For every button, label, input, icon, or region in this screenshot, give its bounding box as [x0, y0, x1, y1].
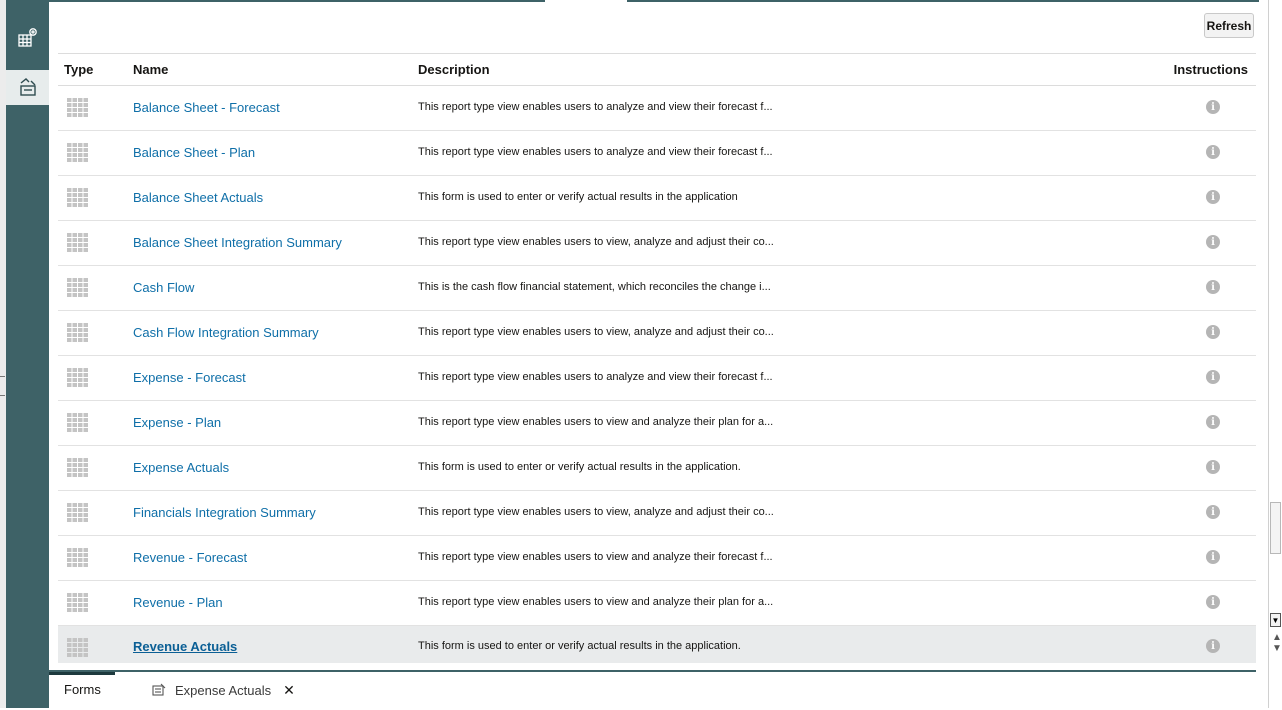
- grid-form-icon: [67, 458, 89, 483]
- table-row[interactable]: Cash Flow Integration Summary This report…: [58, 311, 1256, 356]
- info-icon[interactable]: i: [1206, 235, 1220, 249]
- table-row[interactable]: Financials Integration Summary This repor…: [58, 491, 1256, 536]
- form-description: This report type view enables users to a…: [418, 371, 773, 383]
- grid-gear-icon: [17, 27, 37, 47]
- table-row[interactable]: Balance Sheet - Forecast This report type…: [58, 86, 1256, 131]
- grid-form-icon: [67, 638, 89, 663]
- info-icon[interactable]: i: [1206, 325, 1220, 339]
- info-icon[interactable]: i: [1206, 280, 1220, 294]
- form-edit-icon: [19, 77, 36, 96]
- table-row[interactable]: Expense - Forecast This report type view …: [58, 356, 1256, 401]
- table-row[interactable]: Revenue Actuals This form is used to ente…: [58, 626, 1256, 663]
- right-scrollbar-track[interactable]: [1268, 0, 1282, 708]
- active-tab-indicator: [49, 672, 115, 675]
- column-header-type[interactable]: Type: [64, 62, 93, 77]
- form-name-link[interactable]: Expense - Forecast: [133, 370, 246, 385]
- form-description: This report type view enables users to a…: [418, 101, 773, 113]
- scroll-down-button[interactable]: ▼: [1270, 613, 1281, 627]
- top-border-gap: [545, 0, 627, 2]
- info-icon[interactable]: i: [1206, 550, 1220, 564]
- grid-form-icon: [67, 413, 89, 438]
- tab-forms-label: Forms: [64, 681, 101, 697]
- form-description: This report type view enables users to v…: [418, 416, 774, 428]
- grid-form-icon: [67, 548, 89, 573]
- top-border: [49, 0, 1259, 2]
- table-row[interactable]: Revenue - Forecast This report type view …: [58, 536, 1256, 581]
- form-description: This report type view enables users to v…: [418, 596, 774, 608]
- table-body: Balance Sheet - Forecast This report type…: [58, 86, 1256, 663]
- column-header-instructions[interactable]: Instructions: [1174, 62, 1248, 77]
- grid-form-icon: [67, 98, 89, 123]
- bottom-tab-bar: Forms Expense Actuals ✕: [49, 670, 1256, 710]
- info-icon[interactable]: i: [1206, 145, 1220, 159]
- form-name-link[interactable]: Balance Sheet - Forecast: [133, 100, 280, 115]
- form-name-link[interactable]: Balance Sheet Integration Summary: [133, 235, 342, 250]
- form-name-link[interactable]: Financials Integration Summary: [133, 505, 316, 520]
- grid-form-icon: [67, 278, 89, 303]
- tab-forms[interactable]: Forms: [49, 670, 115, 706]
- table-row[interactable]: Balance Sheet Integration Summary This re…: [58, 221, 1256, 266]
- form-name-link[interactable]: Cash Flow Integration Summary: [133, 325, 319, 340]
- table-row[interactable]: Balance Sheet - Plan This report type vie…: [58, 131, 1256, 176]
- column-header-description[interactable]: Description: [418, 62, 490, 77]
- grid-form-icon: [67, 368, 89, 393]
- table-row[interactable]: Balance Sheet Actuals This form is used t…: [58, 176, 1256, 221]
- info-icon[interactable]: i: [1206, 505, 1220, 519]
- app-window: Refresh Type Name Description Instructio…: [0, 0, 1282, 710]
- form-description: This form is used to enter or verify act…: [418, 640, 741, 652]
- grid-form-icon: [67, 233, 89, 258]
- outer-tick: [0, 395, 5, 396]
- info-icon[interactable]: i: [1206, 190, 1220, 204]
- scrollbar-thumb[interactable]: [1270, 502, 1281, 554]
- form-name-link[interactable]: Balance Sheet - Plan: [133, 145, 255, 160]
- form-description: This report type view enables users to a…: [418, 146, 773, 158]
- nav-rail: [6, 0, 49, 708]
- dashboard-nav-button[interactable]: [6, 20, 49, 55]
- table-row[interactable]: Cash Flow This is the cash flow financial…: [58, 266, 1256, 311]
- table-row[interactable]: Expense Actuals This form is used to ente…: [58, 446, 1256, 491]
- form-description: This is the cash flow financial statemen…: [418, 281, 771, 293]
- outer-tick: [0, 376, 5, 377]
- info-icon[interactable]: i: [1206, 595, 1220, 609]
- close-icon[interactable]: ✕: [283, 682, 295, 699]
- table-row[interactable]: Expense - Plan This report type view enab…: [58, 401, 1256, 446]
- grid-form-icon: [67, 593, 89, 618]
- column-header-name[interactable]: Name: [133, 62, 168, 77]
- form-name-link[interactable]: Expense Actuals: [133, 460, 229, 475]
- refresh-button[interactable]: Refresh: [1204, 13, 1254, 38]
- info-icon[interactable]: i: [1206, 639, 1220, 653]
- collapse-arrows-icon[interactable]: ▲ ▼: [1272, 632, 1282, 666]
- form-name-link[interactable]: Revenue Actuals: [133, 639, 237, 654]
- form-edit-icon: [152, 683, 166, 696]
- table-row[interactable]: Revenue - Plan This report type view enab…: [58, 581, 1256, 626]
- form-name-link[interactable]: Revenue - Plan: [133, 595, 223, 610]
- form-description: This form is used to enter or verify act…: [418, 461, 741, 473]
- forms-table: Type Name Description Instructions Balan…: [58, 53, 1256, 663]
- grid-form-icon: [67, 188, 89, 213]
- grid-form-icon: [67, 323, 89, 348]
- info-icon[interactable]: i: [1206, 460, 1220, 474]
- form-name-link[interactable]: Cash Flow: [133, 280, 194, 295]
- form-description: This form is used to enter or verify act…: [418, 191, 738, 203]
- form-description: This report type view enables users to v…: [418, 551, 773, 563]
- grid-form-icon: [67, 143, 89, 168]
- form-name-link[interactable]: Revenue - Forecast: [133, 550, 247, 565]
- info-icon[interactable]: i: [1206, 100, 1220, 114]
- tab-expense-actuals-label: Expense Actuals: [175, 682, 272, 698]
- form-description: This report type view enables users to v…: [418, 326, 774, 338]
- table-header: Type Name Description Instructions: [58, 53, 1256, 86]
- form-name-link[interactable]: Balance Sheet Actuals: [133, 190, 263, 205]
- info-icon[interactable]: i: [1206, 415, 1220, 429]
- tab-expense-actuals[interactable]: Expense Actuals ✕: [151, 672, 295, 708]
- form-description: This report type view enables users to v…: [418, 236, 774, 248]
- form-name-link[interactable]: Expense - Plan: [133, 415, 221, 430]
- forms-nav-button[interactable]: [6, 70, 49, 105]
- grid-form-icon: [67, 503, 89, 528]
- form-description: This report type view enables users to v…: [418, 506, 774, 518]
- info-icon[interactable]: i: [1206, 370, 1220, 384]
